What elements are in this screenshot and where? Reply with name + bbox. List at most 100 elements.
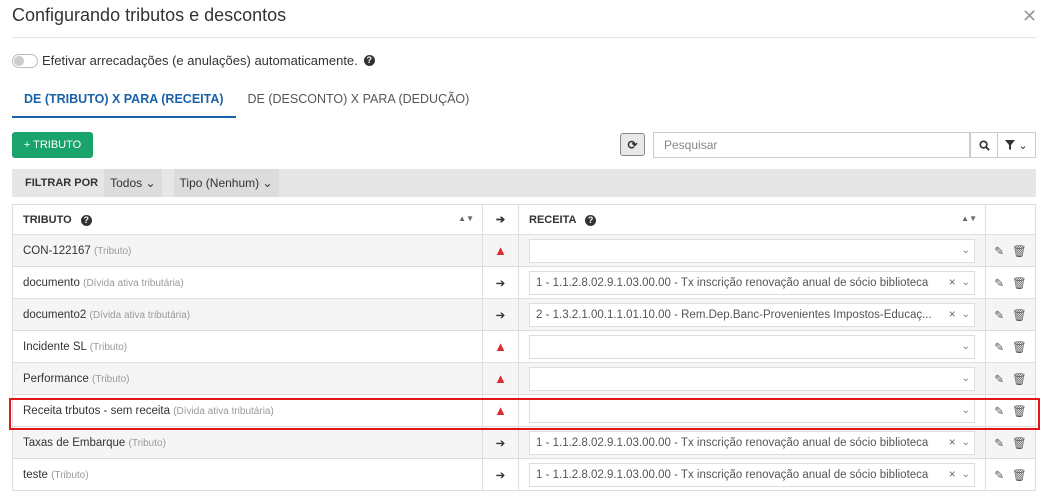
table-row: documento (Dívida ativa tributária) ➔ 1 - … — [12, 266, 1036, 299]
edit-icon[interactable]: ✎ — [994, 372, 1004, 386]
trash-icon[interactable]: 🗑 — [1012, 404, 1027, 418]
help-icon[interactable]: ? — [80, 214, 92, 226]
add-tributo-button[interactable]: + TRIBUTO — [12, 132, 93, 158]
actions-cell: ✎ 🗑 — [985, 426, 1036, 459]
tributo-name: Receita trbutos - sem receita — [23, 404, 171, 417]
clear-icon[interactable]: × — [949, 309, 956, 321]
receita-select[interactable]: 1 - 1.1.2.8.02.9.1.03.00.00 - Tx inscriç… — [529, 462, 975, 487]
refresh-icon: ⟳ — [627, 137, 638, 152]
receita-select[interactable]: ⌄ — [529, 398, 975, 423]
filter-todos-dropdown[interactable]: Todos ⌄ — [104, 169, 162, 197]
chevron-down-icon[interactable]: ⌄ — [962, 469, 970, 480]
edit-icon[interactable]: ✎ — [994, 244, 1004, 258]
actions-cell: ✎ 🗑 — [985, 330, 1036, 363]
tributo-name: Incidente SL — [23, 340, 87, 353]
help-icon[interactable]: ? — [585, 214, 597, 226]
tab-tributo-receita[interactable]: DE (TRIBUTO) X PARA (RECEITA) — [12, 86, 236, 118]
receita-select[interactable]: 1 - 1.1.2.8.02.9.1.03.00.00 - Tx inscriç… — [529, 270, 975, 295]
trash-icon[interactable]: 🗑 — [1012, 436, 1027, 450]
edit-icon[interactable]: ✎ — [994, 404, 1004, 418]
clear-icon[interactable]: × — [949, 437, 956, 449]
filter-icon — [1005, 140, 1016, 150]
tributo-type: (Tributo) — [92, 373, 130, 385]
filter-button[interactable]: ⌄ — [998, 132, 1036, 158]
trash-icon[interactable]: 🗑 — [1012, 308, 1027, 322]
table-row: teste (Tributo) ➔ 1 - 1.1.2.8.02.9.1.03.00… — [12, 458, 1036, 491]
column-header-tributo[interactable]: TRIBUTO ? ▲▼ — [12, 204, 483, 235]
trash-icon[interactable]: 🗑 — [1012, 468, 1027, 482]
edit-icon[interactable]: ✎ — [994, 436, 1004, 450]
receita-select[interactable]: ⌄ — [529, 238, 975, 263]
auto-collect-label: Efetivar arrecadações (e anulações) auto… — [42, 53, 358, 68]
status-cell: ➔ — [482, 458, 519, 491]
clear-icon[interactable]: × — [949, 469, 956, 481]
help-icon[interactable]: ? — [363, 55, 375, 66]
actions-cell: ✎ 🗑 — [985, 266, 1036, 299]
arrow-right-icon: ➔ — [495, 214, 506, 226]
refresh-button[interactable]: ⟳ — [620, 133, 645, 156]
tributo-cell: Taxas de Embarque (Tributo) — [12, 426, 483, 459]
chevron-down-icon[interactable]: ⌄ — [962, 373, 970, 384]
auto-collect-row: Efetivar arrecadações (e anulações) auto… — [12, 53, 375, 68]
column-header-receita[interactable]: RECEITA ? ▲▼ — [518, 204, 986, 235]
tabs: DE (TRIBUTO) X PARA (RECEITA) DE (DESCON… — [12, 86, 1037, 118]
receita-cell: ⌄ — [518, 234, 986, 267]
search-button[interactable] — [970, 132, 998, 158]
chevron-down-icon[interactable]: ⌄ — [962, 277, 970, 288]
tributos-table: TRIBUTO ? ▲▼ ➔ RECEITA ? ▲▼ CON-122167 (Tr… — [12, 204, 1036, 491]
receita-cell: 1 - 1.1.2.8.02.9.1.03.00.00 - Tx inscriç… — [518, 458, 986, 491]
receita-select[interactable]: ⌄ — [529, 334, 975, 359]
search-input[interactable] — [653, 132, 970, 158]
status-cell: ▲ — [482, 330, 519, 363]
receita-cell: ⌄ — [518, 330, 986, 363]
receita-cell: ⌄ — [518, 394, 986, 427]
trash-icon[interactable]: 🗑 — [1012, 276, 1027, 290]
clear-icon[interactable]: × — [949, 277, 956, 289]
actions-cell: ✎ 🗑 — [985, 458, 1036, 491]
arrow-right-icon: ➔ — [495, 437, 506, 450]
tributo-name: teste — [23, 468, 48, 481]
receita-value: 2 - 1.3.2.1.00.1.1.01.10.00 - Rem.Dep.Ba… — [536, 308, 932, 321]
edit-icon[interactable]: ✎ — [994, 340, 1004, 354]
arrow-right-icon: ➔ — [495, 277, 506, 290]
status-cell: ➔ — [482, 266, 519, 299]
actions-cell: ✎ 🗑 — [985, 234, 1036, 267]
tributo-name: Taxas de Embarque — [23, 436, 126, 449]
status-cell: ▲ — [482, 362, 519, 395]
sort-icon[interactable]: ▲▼ — [961, 214, 977, 223]
receita-cell: 1 - 1.1.2.8.02.9.1.03.00.00 - Tx inscriç… — [518, 266, 986, 299]
edit-icon[interactable]: ✎ — [994, 308, 1004, 322]
table-row: CON-122167 (Tributo) ▲ ⌄ ✎ 🗑 — [12, 234, 1036, 267]
tributo-type: (Tributo) — [89, 341, 128, 353]
dialog-title: Configurando tributos e descontos — [12, 5, 287, 25]
chevron-down-icon[interactable]: ⌄ — [962, 245, 970, 256]
auto-collect-toggle[interactable] — [12, 53, 38, 68]
receita-value: 1 - 1.1.2.8.02.9.1.03.00.00 - Tx inscriç… — [536, 436, 929, 449]
tab-desconto-deducao[interactable]: DE (DESCONTO) X PARA (DEDUÇÃO) — [236, 86, 482, 118]
tributo-type: (Dívida ativa tributária) — [83, 277, 184, 289]
edit-icon[interactable]: ✎ — [994, 276, 1004, 290]
chevron-down-icon[interactable]: ⌄ — [962, 309, 970, 320]
receita-select[interactable]: 1 - 1.1.2.8.02.9.1.03.00.00 - Tx inscriç… — [529, 430, 975, 455]
filter-label: FILTRAR POR — [25, 177, 99, 189]
trash-icon[interactable]: 🗑 — [1012, 340, 1027, 354]
chevron-down-icon[interactable]: ⌄ — [962, 437, 970, 448]
filter-bar: FILTRAR POR Todos ⌄ Tipo (Nenhum) ⌄ — [12, 169, 1036, 197]
warning-icon: ▲ — [494, 371, 507, 386]
column-header-actions — [985, 204, 1036, 235]
receita-select[interactable]: 2 - 1.3.2.1.00.1.1.01.10.00 - Rem.Dep.Ba… — [529, 302, 975, 327]
tributo-name: CON-122167 — [23, 244, 91, 257]
receita-value: 1 - 1.1.2.8.02.9.1.03.00.00 - Tx inscriç… — [536, 276, 929, 289]
edit-icon[interactable]: ✎ — [994, 468, 1004, 482]
tributo-cell: documento (Dívida ativa tributária) — [12, 266, 483, 299]
sort-icon[interactable]: ▲▼ — [458, 214, 474, 223]
trash-icon[interactable]: 🗑 — [1012, 244, 1027, 258]
warning-icon: ▲ — [494, 243, 507, 258]
chevron-down-icon[interactable]: ⌄ — [962, 341, 970, 352]
trash-icon[interactable]: 🗑 — [1012, 372, 1027, 386]
close-icon[interactable]: ✕ — [1022, 6, 1037, 27]
chevron-down-icon[interactable]: ⌄ — [962, 405, 970, 416]
divider — [12, 37, 1037, 38]
receita-select[interactable]: ⌄ — [529, 366, 975, 391]
filter-tipo-dropdown[interactable]: Tipo (Nenhum) ⌄ — [173, 169, 279, 197]
